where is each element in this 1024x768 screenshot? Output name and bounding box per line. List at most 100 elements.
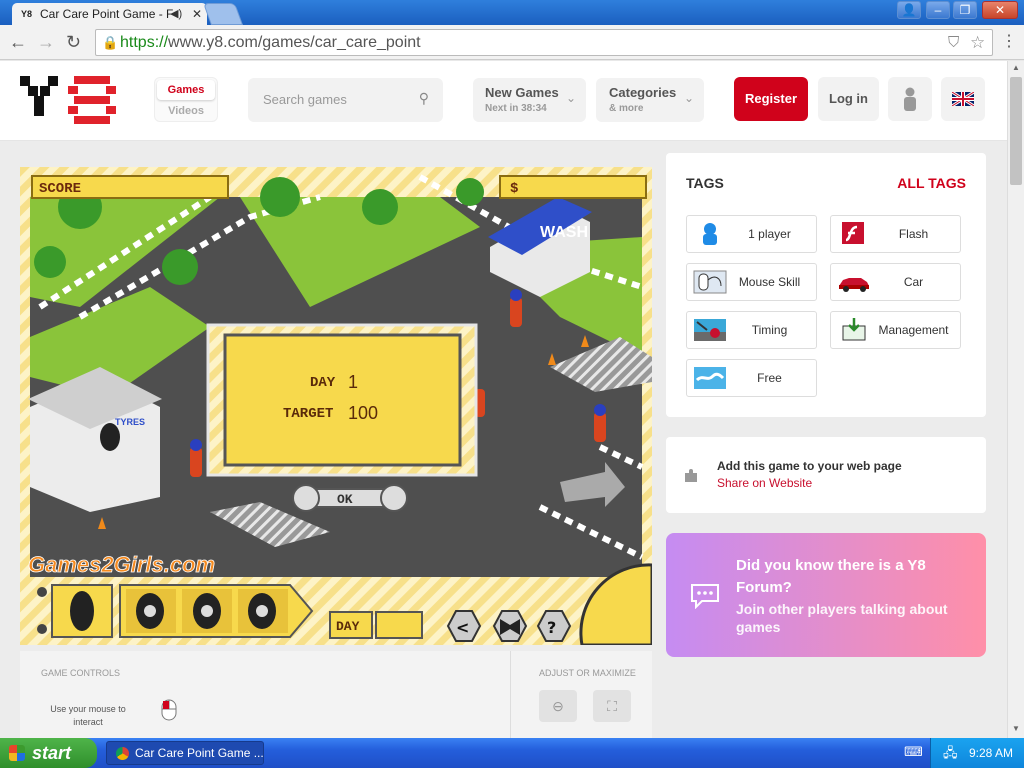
site-header: Games Videos Search games ⚲ New Games Ne… bbox=[0, 61, 1007, 141]
maximize-button[interactable]: ⛶ bbox=[593, 690, 631, 722]
task-label: Car Care Point Game ... bbox=[135, 746, 264, 760]
search-icon[interactable]: ⚲ bbox=[419, 90, 429, 107]
bookmark-star-icon[interactable]: ☆ bbox=[970, 30, 985, 55]
nav-games-link[interactable]: Games bbox=[157, 80, 215, 100]
start-label: start bbox=[32, 743, 72, 763]
wash-sign: WASH bbox=[540, 224, 588, 241]
tag-label: Management bbox=[878, 323, 949, 337]
money-label: $ bbox=[510, 181, 518, 197]
dialog-day-value: 1 bbox=[348, 372, 358, 392]
new-tab-button[interactable] bbox=[202, 3, 244, 25]
games-videos-switch: Games Videos bbox=[154, 77, 218, 122]
url-path: www.y8.com/games/car_care_point bbox=[168, 34, 421, 51]
tag-label: Car bbox=[903, 275, 924, 289]
chevron-down-icon: ⌄ bbox=[565, 91, 576, 105]
mouse-hint-text: Use your mouse to interact bbox=[50, 704, 126, 727]
clock[interactable]: 9:28 AM bbox=[969, 738, 1013, 768]
taskbar-task-chrome[interactable]: Car Care Point Game ... bbox=[106, 741, 264, 765]
back-arrow-icon[interactable]: ← bbox=[9, 32, 27, 52]
tag-1-player[interactable]: 1 player bbox=[686, 215, 817, 253]
scrollbar-thumb[interactable] bbox=[1010, 77, 1022, 185]
all-tags-link[interactable]: ALL TAGS bbox=[897, 175, 966, 191]
new-games-label: New Games bbox=[485, 85, 559, 100]
adjust-maximize-label: ADJUST OR MAXIMIZE bbox=[539, 668, 636, 678]
flash-icon bbox=[842, 222, 864, 244]
timing-icon bbox=[694, 319, 726, 341]
puzzle-icon bbox=[685, 469, 697, 482]
management-icon bbox=[842, 318, 866, 341]
forward-arrow-icon[interactable]: → bbox=[37, 32, 55, 52]
browser-toolbar: ← → ↻ 🔒 https://www.y8.com/games/car_car… bbox=[0, 25, 1024, 60]
tab-title: Car Care Point Game - F bbox=[40, 7, 174, 21]
tags-title: TAGS bbox=[686, 175, 724, 191]
scroll-down-icon[interactable]: ▼ bbox=[1012, 724, 1020, 733]
dialog-target-label: TARGET bbox=[283, 406, 333, 422]
game-canvas[interactable]: WASH TYRES SCORE $ DAY 1 TARGET 100 OK G… bbox=[20, 167, 652, 645]
chrome-icon bbox=[116, 747, 129, 760]
start-button[interactable]: start bbox=[0, 738, 97, 768]
games2girls-logo: Games2Girls.com bbox=[28, 552, 215, 577]
window-title-bar: Y8 Car Care Point Game - F ◀) ✕ 👤 – ❐ ✕ bbox=[0, 0, 1024, 25]
nav-videos-link[interactable]: Videos bbox=[157, 102, 215, 120]
tab-close-icon[interactable]: ✕ bbox=[192, 3, 202, 25]
avatar-button[interactable] bbox=[888, 77, 932, 121]
address-bar[interactable]: 🔒 https://www.y8.com/games/car_care_poin… bbox=[95, 29, 993, 56]
forum-text: Join other players talking about games bbox=[736, 601, 948, 635]
y8-logo[interactable] bbox=[20, 76, 122, 124]
categories-sub: & more bbox=[609, 103, 644, 114]
controls-divider bbox=[510, 651, 511, 738]
windows-taskbar: start Car Care Point Game ... ⌨ 🖧 9:28 A… bbox=[0, 738, 1024, 768]
restore-icon[interactable]: ❐ bbox=[953, 1, 977, 19]
share-on-website-link[interactable]: Share on Website bbox=[717, 476, 812, 490]
tag-timing[interactable]: Timing bbox=[686, 311, 817, 349]
login-button[interactable]: Log in bbox=[818, 77, 879, 121]
forum-banner[interactable]: Did you know there is a Y8 Forum? Join o… bbox=[666, 533, 986, 657]
game-scene[interactable]: WASH TYRES SCORE $ DAY 1 TARGET 100 OK G… bbox=[20, 167, 652, 645]
page-scrollbar[interactable]: ▲ ▼ bbox=[1007, 61, 1024, 738]
lock-icon: 🔒 bbox=[102, 35, 119, 50]
tag-flash[interactable]: Flash bbox=[830, 215, 961, 253]
chat-bubble-icon bbox=[691, 584, 719, 609]
url-scheme: https:// bbox=[120, 34, 169, 51]
bottom-day-label: DAY bbox=[336, 619, 360, 634]
categories-dropdown[interactable]: Categories & more ⌄ bbox=[596, 78, 704, 122]
dialog-target-value: 100 bbox=[348, 403, 378, 423]
car-icon bbox=[839, 278, 869, 292]
tag-car[interactable]: Car bbox=[830, 263, 961, 301]
embed-title: Add this game to your web page bbox=[717, 459, 902, 473]
close-window-icon[interactable]: ✕ bbox=[982, 1, 1018, 19]
mouse-icon bbox=[161, 699, 177, 721]
user-profile-icon[interactable]: 👤 bbox=[897, 1, 921, 19]
shield-icon[interactable]: ⛉ bbox=[948, 30, 959, 55]
reload-icon[interactable]: ↻ bbox=[66, 32, 81, 52]
tags-card: TAGS ALL TAGS 1 player Flash Mouse Skill… bbox=[666, 153, 986, 417]
browser-tab-active[interactable]: Y8 Car Care Point Game - F ◀) ✕ bbox=[12, 3, 207, 25]
tag-mouse-skill[interactable]: Mouse Skill bbox=[686, 263, 817, 301]
register-button[interactable]: Register bbox=[734, 77, 808, 121]
browser-menu-icon[interactable]: ⋮ bbox=[1001, 32, 1017, 52]
ok-button[interactable]: OK bbox=[292, 484, 408, 512]
chevron-down-icon: ⌄ bbox=[683, 91, 694, 105]
uk-flag-icon bbox=[952, 92, 974, 106]
forum-title: Did you know there is a Y8 Forum? bbox=[736, 557, 926, 596]
tag-label: Timing bbox=[751, 323, 788, 337]
tag-free[interactable]: Free bbox=[686, 359, 817, 397]
tag-label: Flash bbox=[898, 227, 929, 241]
embed-card: Add this game to your web page Share on … bbox=[666, 437, 986, 513]
help-label: ? bbox=[547, 618, 556, 637]
player-icon bbox=[703, 223, 717, 245]
minimize-icon[interactable]: – bbox=[926, 1, 950, 19]
ok-label: OK bbox=[337, 492, 353, 507]
adjust-size-button[interactable]: ⊖ bbox=[539, 690, 577, 722]
language-button[interactable] bbox=[941, 77, 985, 121]
audio-icon[interactable]: ◀) bbox=[170, 3, 182, 25]
keyboard-icon[interactable]: ⌨ bbox=[904, 744, 923, 760]
categories-label: Categories bbox=[609, 85, 677, 100]
new-games-dropdown[interactable]: New Games Next in 38:34 ⌄ bbox=[473, 78, 586, 122]
search-input[interactable]: Search games ⚲ bbox=[248, 78, 443, 122]
tag-management[interactable]: Management bbox=[830, 311, 961, 349]
scroll-up-icon[interactable]: ▲ bbox=[1012, 63, 1020, 72]
tag-label: Free bbox=[757, 371, 782, 385]
network-icon[interactable]: 🖧 bbox=[943, 738, 958, 768]
free-icon bbox=[694, 367, 726, 389]
